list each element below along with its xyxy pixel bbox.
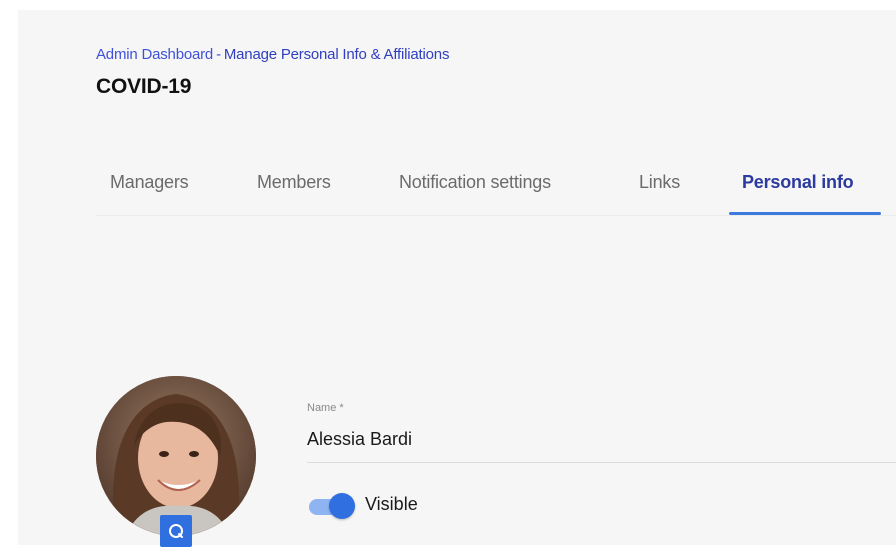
name-field[interactable] [307,427,896,463]
breadcrumb: Admin Dashboard - Manage Personal Info & A… [96,46,449,63]
visible-toggle[interactable] [307,493,355,519]
breadcrumb-link-admin-dashboard[interactable]: Admin Dashboard [96,46,213,63]
breadcrumb-current[interactable]: Manage Personal Info & Affiliations [224,46,450,63]
avatar [96,376,256,536]
tab-personal-info[interactable]: Personal info [742,172,854,193]
page-title: COVID-19 [96,75,192,98]
toggle-thumb [329,493,355,519]
active-tab-indicator [729,212,881,215]
tab-bar: Managers Members Notification settings L… [96,160,896,216]
visible-toggle-label: Visible [365,494,418,514]
edit-avatar-button[interactable] [160,515,192,547]
tab-members[interactable]: Members [257,172,331,193]
tab-links[interactable]: Links [639,172,680,193]
tab-notification-settings[interactable]: Notification settings [399,172,551,193]
tab-managers[interactable]: Managers [110,172,189,193]
profile-photo [96,376,256,536]
name-field-label: Name * [307,402,344,414]
camera-icon [169,524,183,538]
breadcrumb-separator: - [216,46,221,63]
